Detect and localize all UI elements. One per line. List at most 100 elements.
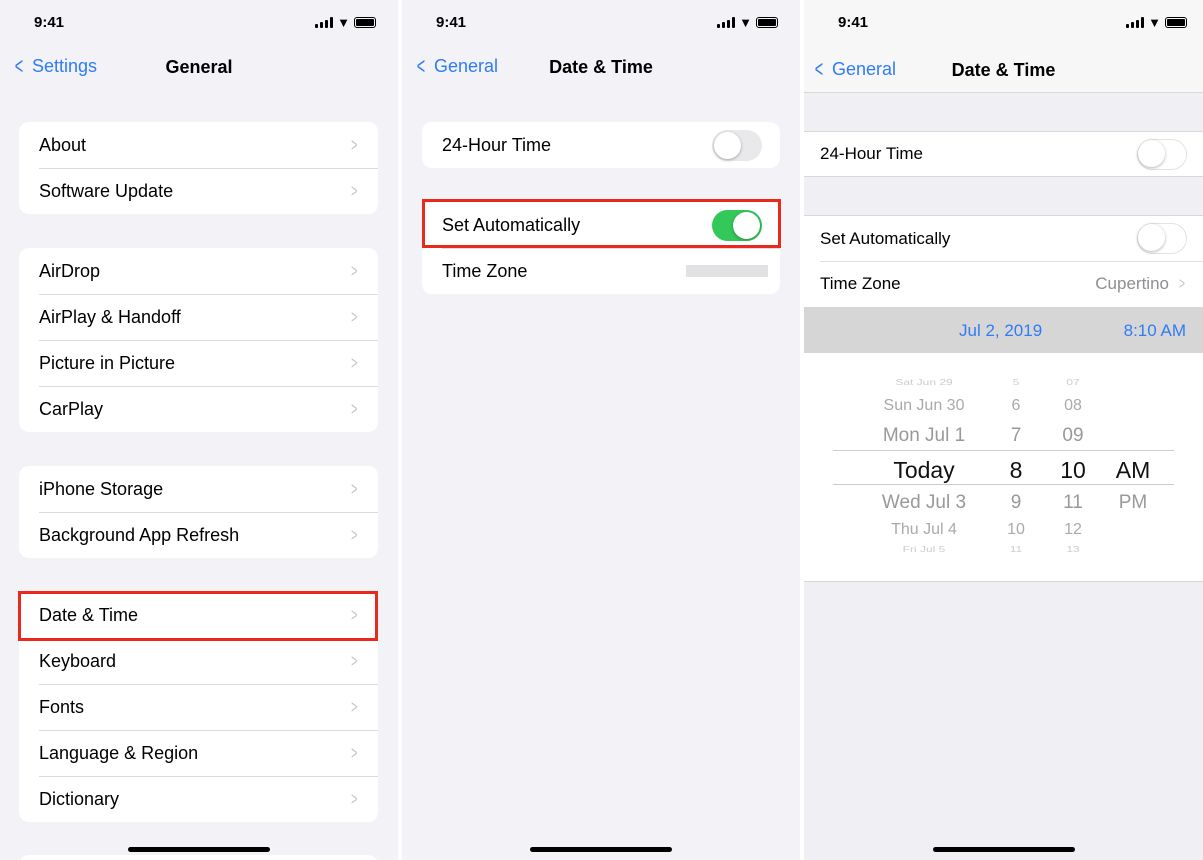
row-fonts[interactable]: Fonts >: [19, 684, 378, 730]
row-label: Picture in Picture: [39, 352, 176, 373]
row-label: Dictionary: [39, 788, 120, 809]
highlight-box: [422, 199, 781, 248]
date-time-screen-old: 9:41 ▼ < General Date & Time 24-Hour Time…: [804, 0, 1203, 860]
battery-icon: [1165, 17, 1187, 28]
picker-hour-option[interactable]: 5: [991, 377, 1041, 387]
picker-minute-option[interactable]: 10: [1048, 457, 1098, 484]
row-label: Time Zone: [820, 274, 901, 293]
settings-group-partial: [19, 855, 378, 860]
status-icons: ▼: [1126, 15, 1187, 30]
settings-group: AirDrop > AirPlay & Handoff > Picture in P…: [19, 248, 378, 432]
row-label: Keyboard: [39, 650, 117, 671]
date-time-picker[interactable]: Sat Jun 29 Sun Jun 30 Mon Jul 1 Today Wed Ju…: [804, 353, 1203, 582]
highlight-box: [18, 591, 378, 641]
chevron-right-icon: >: [351, 650, 358, 671]
settings-group: About > Software Update >: [19, 122, 378, 214]
row-airdrop[interactable]: AirDrop >: [19, 248, 378, 294]
picker-hour-option[interactable]: 11: [991, 544, 1041, 554]
time-value: 8:10 AM: [1123, 321, 1186, 340]
date-time-display-row[interactable]: Jul 2, 2019 8:10 AM: [804, 307, 1203, 353]
home-indicator[interactable]: [128, 847, 270, 852]
row-dictionary[interactable]: Dictionary >: [19, 776, 378, 822]
row-about[interactable]: About >: [19, 122, 378, 168]
status-time: 9:41: [838, 14, 869, 31]
row-iphone-storage[interactable]: iPhone Storage >: [19, 466, 378, 512]
row-language-region[interactable]: Language & Region >: [19, 730, 378, 776]
picker-day-option[interactable]: Thu Jul 4: [859, 521, 989, 539]
row-label: AirPlay & Handoff: [39, 306, 181, 327]
chevron-right-icon: >: [351, 134, 358, 155]
picker-minute-option[interactable]: 09: [1048, 425, 1098, 447]
row-keyboard[interactable]: Keyboard >: [19, 638, 378, 684]
row-label: AirDrop: [39, 260, 101, 281]
picker-hour-option[interactable]: 6: [991, 397, 1041, 415]
wifi-icon: ▼: [1148, 15, 1161, 30]
status-icons: ▼: [315, 15, 376, 30]
row-time-zone[interactable]: Time Zone: [422, 248, 780, 294]
home-indicator[interactable]: [932, 847, 1075, 852]
settings-group: 24-Hour Time: [422, 122, 780, 168]
row-label: 24-Hour Time: [820, 144, 923, 163]
row-picture-in-picture[interactable]: Picture in Picture >: [19, 340, 378, 386]
battery-icon: [756, 17, 778, 28]
row-background-app-refresh[interactable]: Background App Refresh >: [19, 512, 378, 558]
picker-day-option[interactable]: Fri Jul 5: [859, 544, 989, 554]
picker-minute-option[interactable]: 07: [1048, 377, 1098, 387]
wifi-icon: ▼: [739, 15, 752, 30]
home-indicator[interactable]: [530, 847, 672, 852]
signal-icon: [315, 17, 334, 28]
general-settings-screen: 9:41 ▼ < Settings General About > Software…: [0, 0, 398, 860]
row-24-hour-time: 24-Hour Time: [422, 122, 780, 168]
row-label: 24-Hour Time: [442, 134, 552, 155]
chevron-right-icon: >: [351, 306, 358, 327]
page-title: General: [165, 57, 233, 77]
picker-day-option[interactable]: Wed Jul 3: [859, 492, 989, 514]
picker-ampm-option[interactable]: PM: [1109, 492, 1157, 514]
picker-day-option[interactable]: Today: [859, 457, 989, 484]
date-value: Jul 2, 2019: [959, 321, 1043, 340]
picker-day-option[interactable]: Mon Jul 1: [859, 425, 989, 447]
page-title: Date & Time: [549, 57, 653, 77]
wifi-icon: ▼: [337, 15, 350, 30]
picker-minute-option[interactable]: 13: [1048, 544, 1098, 554]
picker-day-option[interactable]: Sun Jun 30: [859, 397, 989, 415]
row-time-zone[interactable]: Time Zone Cupertino >: [804, 261, 1203, 307]
picker-hour-option[interactable]: 7: [991, 425, 1041, 447]
time-zone-value-redacted: [686, 265, 768, 277]
picker-minute-option[interactable]: 12: [1048, 521, 1098, 539]
row-carplay[interactable]: CarPlay >: [19, 386, 378, 432]
chevron-right-icon: >: [351, 524, 358, 545]
chevron-right-icon: >: [351, 742, 358, 763]
row-label: Time Zone: [442, 260, 528, 281]
set-automatically-toggle[interactable]: [1137, 223, 1187, 254]
row-label: Fonts: [39, 696, 85, 717]
chevron-right-icon: >: [351, 260, 358, 281]
chevron-right-icon: >: [351, 180, 358, 201]
status-time: 9:41: [436, 14, 467, 31]
row-label: Language & Region: [39, 742, 199, 763]
chevron-right-icon: >: [351, 478, 358, 499]
settings-group: iPhone Storage > Background App Refresh >: [19, 466, 378, 558]
picker-hour-option[interactable]: 8: [991, 457, 1041, 484]
picker-minute-option[interactable]: 08: [1048, 397, 1098, 415]
status-time: 9:41: [34, 14, 65, 31]
row-label: CarPlay: [39, 398, 104, 419]
chevron-right-icon: >: [351, 352, 358, 373]
24-hour-toggle[interactable]: [1137, 138, 1187, 170]
picker-hour-option[interactable]: 10: [991, 521, 1041, 539]
row-label: About: [39, 134, 87, 155]
row-label: iPhone Storage: [39, 478, 164, 499]
date-time-screen-new: 9:41 ▼ < General Date & Time 24-Hour Time…: [402, 0, 800, 860]
signal-icon: [1126, 17, 1145, 28]
picker-day-option[interactable]: Sat Jun 29: [859, 377, 989, 387]
row-airplay-handoff[interactable]: AirPlay & Handoff >: [19, 294, 378, 340]
24-hour-toggle[interactable]: [712, 129, 762, 161]
row-label: Background App Refresh: [39, 524, 240, 545]
picker-minute-option[interactable]: 11: [1048, 492, 1098, 514]
picker-hour-option[interactable]: 9: [991, 492, 1041, 514]
signal-icon: [717, 17, 736, 28]
chevron-right-icon: >: [351, 696, 358, 717]
status-icons: ▼: [717, 15, 778, 30]
row-software-update[interactable]: Software Update >: [19, 168, 378, 214]
picker-ampm-option[interactable]: AM: [1109, 457, 1157, 484]
